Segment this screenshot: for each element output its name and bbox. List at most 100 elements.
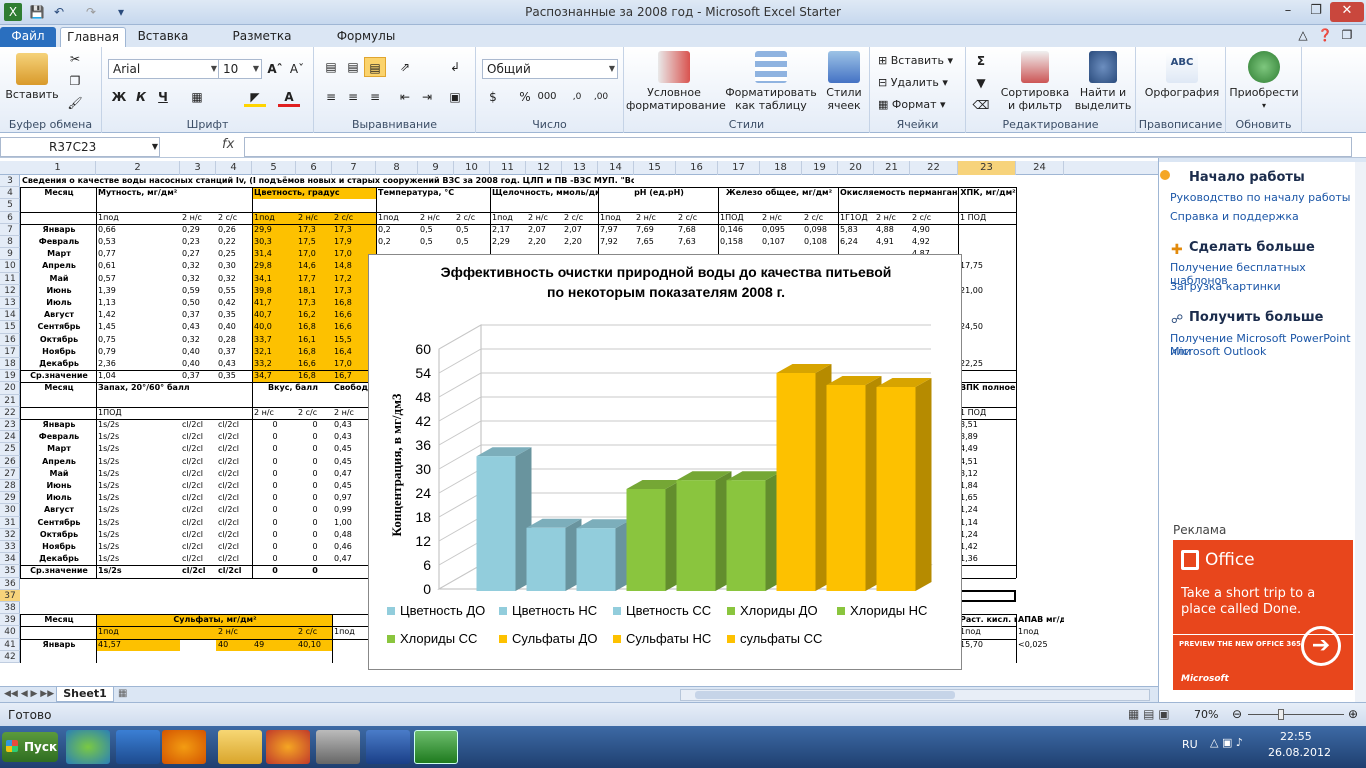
taste-value[interactable]: 0 — [296, 419, 332, 431]
month-cell[interactable]: Май — [20, 468, 96, 480]
month-cell[interactable]: Декабрь — [20, 553, 96, 565]
vpk-value[interactable]: 1,24 — [958, 529, 1016, 541]
column-header[interactable]: 8 — [376, 161, 418, 175]
color-value[interactable]: 40,7 — [252, 309, 296, 322]
column-header[interactable]: 11 — [490, 161, 526, 175]
delete-cells-button[interactable]: ⊟ Удалить ▾ — [878, 73, 948, 93]
taste-value[interactable]: 0 — [296, 504, 332, 516]
turbidity-value[interactable]: 0,22 — [216, 236, 252, 248]
column-header[interactable]: 3 — [180, 161, 216, 175]
color-value[interactable]: 17,0 — [296, 248, 332, 261]
turbidity-value[interactable]: 0,37 — [180, 309, 216, 321]
tab-insert[interactable]: Вставка — [132, 27, 194, 47]
month-cell[interactable]: Октябрь — [20, 334, 96, 346]
taste-value[interactable]: 0 — [252, 517, 296, 529]
smell-value[interactable]: cl/2cl — [216, 431, 252, 443]
row-header[interactable]: 16 — [0, 334, 20, 346]
color-value[interactable]: 17,5 — [296, 236, 332, 249]
average-label[interactable]: Ср.значение — [20, 565, 96, 577]
alkalinity-value[interactable]: 2,29 — [490, 236, 526, 248]
subheader-cell[interactable]: 1 ПОД — [958, 212, 1016, 224]
taste-value[interactable]: 0 — [296, 517, 332, 529]
taste-average[interactable]: 0 — [252, 565, 296, 577]
turbidity-value[interactable]: 0,23 — [180, 236, 216, 248]
pane-link-guide[interactable]: Руководство по началу работы — [1170, 191, 1350, 204]
smell-value[interactable]: cl/2cl — [216, 480, 252, 492]
column-header[interactable]: 5 — [252, 161, 296, 175]
taste-value[interactable]: 0 — [252, 480, 296, 492]
alkalinity-value[interactable]: 2,20 — [526, 236, 562, 248]
taste-value[interactable]: 0 — [296, 431, 332, 443]
color-value[interactable]: 16,6 — [296, 358, 332, 371]
subheader-cell[interactable]: 1под — [252, 211, 296, 224]
smell-average[interactable]: cl/2cl — [180, 565, 216, 577]
ph-value[interactable]: 7,97 — [598, 224, 634, 236]
month-cell[interactable]: Октябрь — [20, 529, 96, 541]
smell-value[interactable]: cl/2cl — [180, 529, 216, 541]
subheader-cell[interactable]: 1Г1ОД — [838, 212, 874, 224]
smell-average[interactable]: 1s/2s — [96, 565, 180, 577]
header-vpk[interactable]: ВПК полное м гО/дм² — [958, 382, 1016, 406]
increase-indent-icon[interactable]: ⇥ — [416, 87, 438, 107]
vpk-value[interactable]: 3,89 — [958, 431, 1016, 443]
column-header[interactable]: 7 — [332, 161, 376, 175]
taste-value[interactable]: 0 — [296, 541, 332, 553]
bold-button[interactable]: Ж — [108, 87, 130, 107]
subheader-cell[interactable]: 1под — [490, 212, 526, 224]
row-header[interactable]: 6 — [0, 212, 20, 224]
turbidity-value[interactable]: 0,25 — [216, 248, 252, 260]
view-buttons[interactable]: ▦ ▤ ▣ — [1128, 707, 1170, 721]
turbidity-value[interactable]: 0,61 — [96, 260, 180, 272]
align-bottom-icon[interactable]: ▤ — [364, 57, 386, 77]
temperature-value[interactable]: 0,5 — [418, 224, 454, 236]
font-color-icon[interactable]: A — [278, 87, 300, 107]
ph-value[interactable]: 7,65 — [634, 236, 676, 248]
sulfate-value[interactable]: 40 — [216, 638, 252, 651]
taste-value[interactable]: 0 — [296, 492, 332, 504]
row-header[interactable]: 29 — [0, 492, 20, 505]
horizontal-scrollbar[interactable] — [680, 689, 1150, 701]
tab-home[interactable]: Главная — [60, 27, 126, 47]
smell-value[interactable]: 1s/2s — [96, 443, 180, 455]
turbidity-value[interactable]: 0,27 — [180, 248, 216, 260]
ph-value[interactable]: 7,69 — [634, 224, 676, 236]
insert-function-icon[interactable]: fx — [222, 137, 234, 152]
vpk-value[interactable]: 1,14 — [958, 517, 1016, 529]
row-header[interactable]: 42 — [0, 651, 20, 663]
column-header[interactable]: 22 — [910, 161, 958, 175]
align-top-icon[interactable]: ▤ — [320, 57, 342, 77]
header-sulfates[interactable]: Сульфаты, мг/дм² — [96, 614, 332, 627]
month-cell[interactable]: Январь — [20, 419, 96, 431]
month-cell[interactable]: Март — [20, 248, 96, 260]
oxidizability-value[interactable]: 4,88 — [874, 224, 910, 236]
column-header[interactable]: 18 — [760, 161, 802, 175]
color-value[interactable]: 14,6 — [296, 260, 332, 273]
color-value[interactable]: 17,3 — [332, 223, 376, 236]
temperature-value[interactable]: 0,2 — [376, 224, 418, 236]
average-label[interactable]: Ср.значение — [20, 370, 96, 382]
turbidity-value[interactable]: 0,35 — [216, 309, 252, 321]
color-value[interactable]: 40,0 — [252, 321, 296, 334]
turbidity-value[interactable]: 1,42 — [96, 309, 180, 321]
smell-value[interactable]: cl/2cl — [216, 443, 252, 455]
taste-value[interactable]: 0 — [252, 529, 296, 541]
color-value[interactable]: 29,9 — [252, 223, 296, 236]
align-center-icon[interactable]: ≡ — [342, 87, 364, 107]
turbidity-value[interactable]: 1,13 — [96, 297, 180, 309]
taskbar-explorer-icon[interactable] — [218, 730, 262, 764]
arrow-right-icon[interactable]: ➔ — [1301, 626, 1341, 666]
turbidity-value[interactable]: 0,40 — [216, 321, 252, 333]
row-header[interactable]: 41 — [0, 639, 20, 651]
month-cell[interactable]: Январь — [20, 224, 96, 236]
row-header[interactable]: 18 — [0, 358, 20, 371]
iron-value[interactable]: 0,098 — [802, 224, 838, 236]
month-cell[interactable]: Май — [20, 273, 96, 285]
header-alkalinity[interactable]: Щелочность, ммоль/дм² — [490, 187, 598, 199]
subheader-cell[interactable]: 2 с/с — [296, 407, 332, 419]
column-header[interactable]: 12 — [526, 161, 562, 175]
header-temperature[interactable]: Температура, °С — [376, 187, 490, 199]
month-cell[interactable]: Сентябрь — [20, 517, 96, 529]
italic-button[interactable]: К — [130, 87, 152, 107]
tab-page-layout[interactable]: Разметка страницы — [200, 27, 324, 61]
column-header[interactable]: 10 — [454, 161, 490, 175]
